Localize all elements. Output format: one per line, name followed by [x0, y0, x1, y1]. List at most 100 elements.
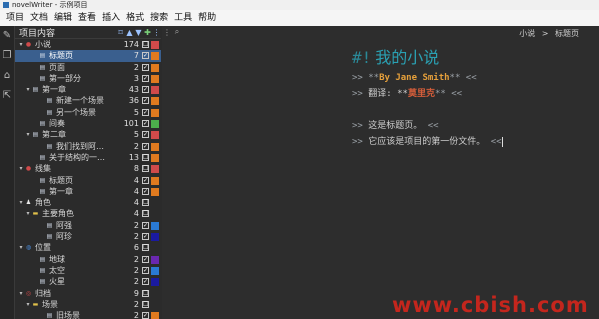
menu-item[interactable]: 编辑 [54, 13, 72, 23]
active-checkbox[interactable]: ✓ [142, 233, 149, 241]
item-type-icon: ▤ [39, 120, 46, 128]
active-checkbox[interactable]: ✓ [142, 255, 149, 263]
item-type-icon: ▤ [39, 278, 46, 286]
active-checkbox[interactable]: ✓ [142, 266, 149, 274]
text-run: 这是标题页。 [368, 121, 428, 131]
tree-row[interactable]: ▤ 我们找到阿… 2 ✓ [15, 141, 161, 152]
expand-arrow-icon[interactable]: ▾ [18, 39, 24, 50]
active-checkbox[interactable]: ☐ [142, 153, 149, 161]
active-checkbox[interactable]: ✓ [142, 108, 149, 116]
tree-row[interactable]: ▤ 新建一个场景 36 ✓ [15, 95, 161, 106]
document-editor[interactable]: ⋮ ⌕ 小说 > 标题页 #! 我的小说 >> **By Jane Smith**… [162, 26, 599, 319]
menu-item[interactable]: 项目 [6, 13, 24, 23]
tree-row[interactable]: ▤ 间奏 101 ✓ [15, 118, 161, 129]
item-type-icon: ▤ [46, 97, 53, 105]
breadcrumb-document[interactable]: 标题页 [555, 29, 579, 38]
active-checkbox[interactable]: ☐ [142, 210, 149, 218]
tree-row[interactable]: ▾ ▬ 主要角色 4 ☐ [15, 208, 161, 219]
documents-icon[interactable]: ❐ [0, 46, 14, 66]
menu-item[interactable]: 帮助 [198, 13, 216, 23]
active-checkbox[interactable]: ✓ [142, 278, 149, 286]
active-checkbox[interactable]: ✓ [142, 74, 149, 82]
active-checkbox[interactable]: ✓ [142, 142, 149, 150]
active-checkbox[interactable]: ☐ [142, 199, 149, 207]
active-checkbox[interactable]: ☐ [142, 165, 149, 173]
tree-row[interactable]: ▤ 页面 2 ✓ [15, 62, 161, 73]
add-icon[interactable]: ✚ [143, 28, 152, 37]
active-checkbox[interactable]: ✓ [142, 131, 149, 139]
tree-row[interactable]: ▤ 关于结构的一… 13 ☐ [15, 152, 161, 163]
tree-row[interactable]: ▤ 标题页 4 ✓ [15, 175, 161, 186]
tree-row[interactable]: ▾ ● 小说 174 ☐ [15, 39, 161, 50]
expand-arrow-icon[interactable]: ▾ [25, 299, 31, 310]
bookmark-icon[interactable]: ⌑ [116, 28, 125, 37]
expand-arrow-icon[interactable]: ▾ [18, 242, 24, 253]
expand-arrow-icon[interactable]: ▾ [18, 288, 24, 299]
menu-item[interactable]: 工具 [174, 13, 192, 23]
export-icon[interactable]: ⇱ [0, 86, 14, 106]
active-checkbox[interactable]: ✓ [142, 187, 149, 195]
active-checkbox[interactable]: ✓ [142, 176, 149, 184]
tree-row[interactable]: ▾ ◍ 位置 6 ☐ [15, 242, 161, 253]
status-icon [151, 97, 159, 106]
menu-item[interactable]: 格式 [126, 13, 144, 23]
status-icon [151, 278, 159, 287]
active-checkbox[interactable]: ✓ [142, 52, 149, 60]
menu-item[interactable]: 文档 [30, 13, 48, 23]
active-checkbox[interactable]: ✓ [142, 120, 149, 128]
word-count: 5 [133, 130, 139, 140]
active-checkbox[interactable]: ✓ [142, 221, 149, 229]
tree-row[interactable]: ▤ 标题页 7 ✓ [15, 50, 161, 62]
active-checkbox[interactable]: ☐ [142, 41, 149, 48]
active-checkbox[interactable]: ☐ [142, 300, 149, 308]
up-arrow-icon[interactable]: ▲ [125, 28, 134, 37]
tree-row[interactable]: ▾ ♟ 角色 4 ☐ [15, 197, 161, 208]
tree-row[interactable]: ▤ 太空 2 ✓ [15, 265, 161, 276]
tree-row[interactable]: ▾ ▤ 第一章 43 ✓ [15, 84, 161, 95]
status-icon [151, 165, 159, 174]
breadcrumb-project[interactable]: 小说 [519, 29, 535, 38]
tree-row[interactable]: ▤ 第一章 4 ✓ [15, 186, 161, 197]
expand-arrow-icon[interactable]: ▾ [25, 129, 31, 140]
search-icon[interactable]: ⌕ [172, 27, 182, 37]
expand-arrow-icon[interactable]: ▾ [25, 208, 31, 219]
edit-icon[interactable]: ✎ [0, 26, 14, 46]
tree-row[interactable]: ▤ 第一部分 3 ✓ [15, 73, 161, 84]
active-checkbox[interactable]: ✓ [142, 97, 149, 105]
menu-item[interactable]: 搜索 [150, 13, 168, 23]
active-checkbox[interactable]: ✓ [142, 86, 149, 94]
more-icon[interactable]: ⋮ [152, 28, 161, 37]
active-checkbox[interactable]: ☐ [142, 289, 149, 297]
tree-row[interactable]: ▾ ▬ 场景 2 ☐ [15, 299, 161, 310]
active-checkbox[interactable]: ✓ [142, 63, 149, 71]
tree-row[interactable]: ▾ ◎ 归档 9 ☐ [15, 288, 161, 299]
expand-arrow-icon[interactable]: ▾ [25, 84, 31, 95]
tree-row-label: 关于结构的一… [49, 152, 105, 162]
expand-arrow-icon[interactable]: ▾ [18, 197, 24, 208]
tree-row[interactable]: ▤ 火星 2 ✓ [15, 276, 161, 287]
item-type-icon: ▤ [46, 142, 53, 150]
menu-item[interactable]: 查看 [78, 13, 96, 23]
item-type-icon: ◍ [25, 244, 32, 252]
tree-row[interactable]: ▾ ▤ 第二章 5 ✓ [15, 129, 161, 140]
down-arrow-icon[interactable]: ▼ [134, 28, 143, 37]
tree-row[interactable]: ▤ 地球 2 ✓ [15, 254, 161, 265]
expand-arrow-icon[interactable]: ▾ [18, 163, 24, 174]
active-checkbox[interactable]: ☐ [142, 244, 149, 252]
tree-row[interactable]: ▾ ● 线集 8 ☐ [15, 163, 161, 174]
status-icon [151, 108, 159, 117]
editor-text[interactable]: #! 我的小说 >> **By Jane Smith** << >> 翻译: **莫… [352, 42, 592, 150]
active-checkbox[interactable]: ✓ [142, 312, 149, 319]
tree-row-label: 地球 [49, 254, 65, 264]
tree-row[interactable]: ▤ 阿强 2 ✓ [15, 220, 161, 231]
outline-icon[interactable]: ⌂ [0, 66, 14, 86]
more-icon[interactable]: ⋮ [162, 28, 172, 37]
tree-row[interactable]: ▤ 阿珍 2 ✓ [15, 231, 161, 242]
word-count: 2 [133, 232, 139, 242]
item-type-icon: ▤ [39, 63, 46, 71]
menu-item[interactable]: 插入 [102, 13, 120, 23]
tree-row[interactable]: ▤ 另一个场景 5 ✓ [15, 107, 161, 118]
watermark: www.cbish.com [392, 293, 589, 317]
tree-row[interactable]: ▤ 旧场景 2 ✓ [15, 310, 161, 319]
heading-marker: #! [352, 48, 372, 67]
